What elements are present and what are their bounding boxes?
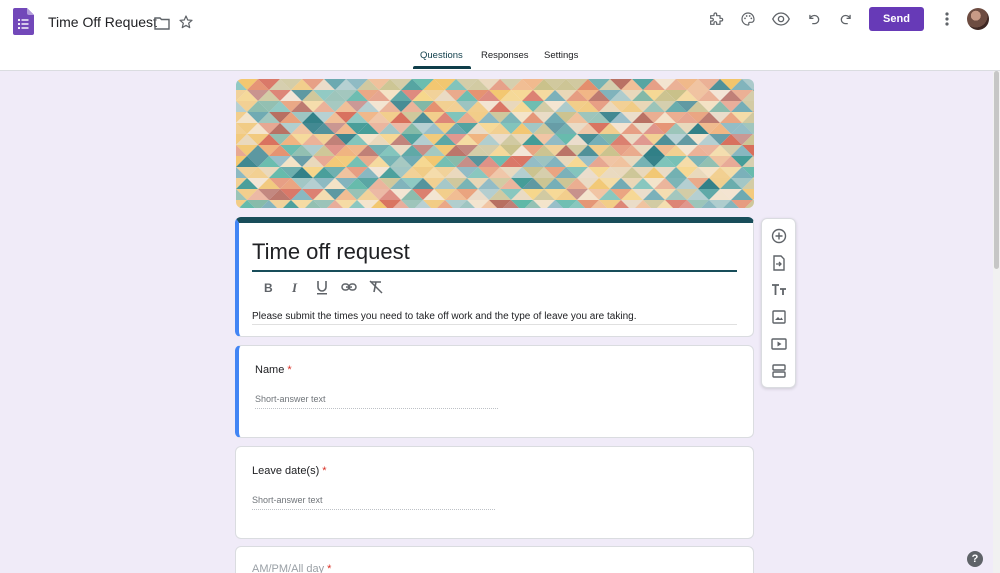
- palette-icon[interactable]: [739, 10, 757, 28]
- active-tab-indicator: [413, 66, 471, 69]
- preview-eye-icon[interactable]: [771, 10, 791, 28]
- form-title[interactable]: Time off request: [252, 239, 410, 265]
- avatar[interactable]: [967, 8, 989, 30]
- redo-icon[interactable]: [837, 10, 855, 28]
- page-scrollbar[interactable]: [993, 71, 1000, 573]
- forms-logo-icon[interactable]: [13, 8, 34, 35]
- document-title[interactable]: Time Off Request: [48, 14, 157, 30]
- more-vert-icon[interactable]: [938, 10, 956, 28]
- side-toolbar: [761, 218, 796, 388]
- add-question-icon[interactable]: [770, 227, 788, 245]
- add-image-icon[interactable]: [770, 308, 788, 326]
- tab-responses[interactable]: Responses: [481, 50, 529, 71]
- answer-underline: [252, 509, 495, 510]
- required-asterisk: *: [322, 465, 327, 477]
- undo-icon[interactable]: [805, 10, 823, 28]
- required-asterisk: *: [327, 563, 332, 573]
- description-underline: [252, 324, 737, 325]
- short-answer-placeholder: Short-answer text: [252, 495, 323, 505]
- underline-icon[interactable]: [314, 279, 330, 295]
- header-image: [236, 79, 754, 208]
- question-label[interactable]: Name *: [255, 364, 292, 376]
- svg-text:I: I: [291, 280, 298, 295]
- question-card[interactable]: AM/PM/All day *: [235, 546, 754, 573]
- question-label[interactable]: Leave date(s) *: [252, 465, 327, 477]
- form-title-card[interactable]: Time off request B I Please submit the t…: [235, 217, 754, 337]
- scrollbar-thumb[interactable]: [994, 71, 999, 269]
- form-description[interactable]: Please submit the times you need to take…: [252, 311, 637, 322]
- svg-text:B: B: [264, 281, 273, 295]
- tab-settings[interactable]: Settings: [544, 50, 578, 71]
- help-icon[interactable]: ?: [967, 551, 983, 567]
- answer-underline: [255, 408, 498, 409]
- addon-puzzle-icon[interactable]: [707, 10, 725, 28]
- add-section-icon[interactable]: [770, 362, 788, 380]
- italic-icon[interactable]: I: [287, 279, 303, 295]
- tab-bar: Questions Responses Settings: [0, 50, 1000, 71]
- clear-format-icon[interactable]: [368, 279, 384, 295]
- question-card[interactable]: Leave date(s) * Short-answer text: [235, 446, 754, 539]
- top-bar: Time Off Request Send Questions Response…: [0, 0, 1000, 71]
- required-asterisk: *: [287, 364, 292, 376]
- add-video-icon[interactable]: [770, 335, 788, 353]
- question-card[interactable]: Name * Short-answer text: [235, 345, 754, 438]
- question-label[interactable]: AM/PM/All day *: [252, 563, 331, 573]
- link-icon[interactable]: [341, 279, 357, 295]
- send-button[interactable]: Send: [869, 7, 924, 31]
- star-icon[interactable]: [177, 13, 195, 31]
- bold-icon[interactable]: B: [260, 279, 276, 295]
- add-title-icon[interactable]: [770, 281, 788, 299]
- folder-icon[interactable]: [153, 14, 171, 32]
- short-answer-placeholder: Short-answer text: [255, 394, 326, 404]
- title-underline: [252, 270, 737, 272]
- import-questions-icon[interactable]: [770, 254, 788, 272]
